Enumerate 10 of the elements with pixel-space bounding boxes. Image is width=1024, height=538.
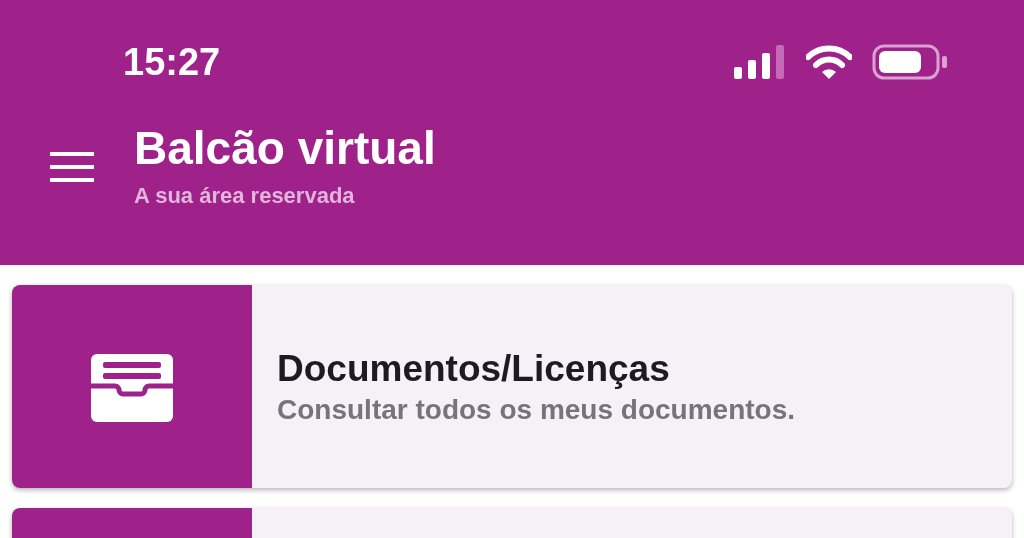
card-subtitle: Consultar todos os meus documentos. (277, 393, 796, 426)
status-time: 15:27 (123, 40, 222, 84)
page-subtitle: A sua área reservada (134, 183, 356, 209)
page-title: Balcão virtual (134, 121, 436, 175)
battery-icon (872, 44, 948, 80)
wifi-icon (806, 45, 852, 79)
signal-icon (734, 45, 786, 79)
menu-card[interactable]: Documentos/Licenças Consultar todos os meus documentos. (12, 285, 1012, 488)
menu-icon[interactable] (50, 151, 94, 182)
card-title: Documentos/Licenças (277, 347, 671, 390)
